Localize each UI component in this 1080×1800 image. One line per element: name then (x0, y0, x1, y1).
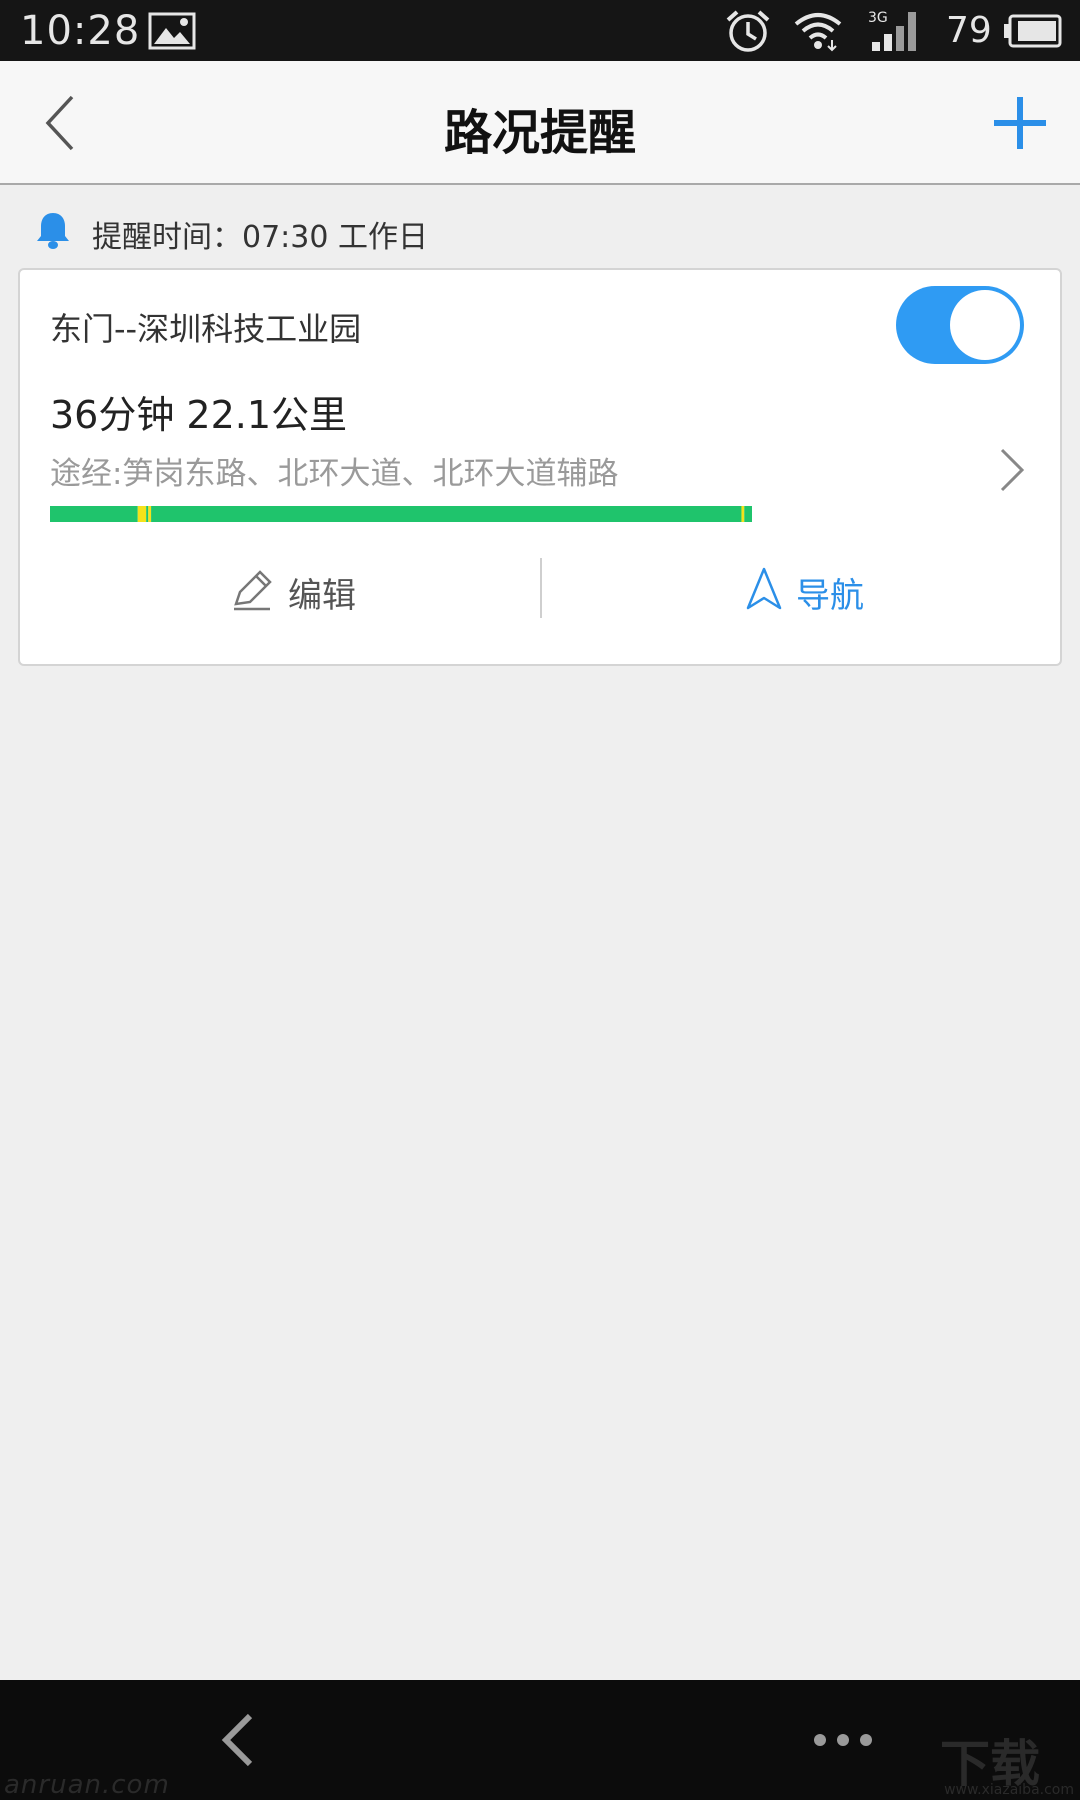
traffic-segment-smooth (50, 506, 138, 522)
traffic-segment-smooth (744, 506, 752, 522)
watermark-right-sub: www.xiazaiba.com (944, 1782, 1074, 1798)
card-actions: 编辑 导航 (20, 546, 1060, 666)
more-options-icon[interactable] (812, 1728, 874, 1752)
status-bar: 10:28 3G 79 (0, 0, 1080, 61)
traffic-segment-slow (741, 506, 745, 522)
wifi-icon (794, 13, 842, 52)
image-icon (148, 12, 196, 50)
route-name: 东门--深圳科技工业园 (50, 310, 362, 348)
route-summary: 36分钟 22.1公里 (50, 393, 348, 437)
watermark-right: 下载吧 www.xiazaiba.com (940, 1724, 1080, 1800)
reminder-time-text: 提醒时间：07:30 工作日 (92, 220, 428, 255)
system-back-icon[interactable] (218, 1710, 258, 1770)
page-title: 路况提醒 (443, 105, 636, 161)
traffic-segment-slow (137, 506, 147, 522)
battery-level: 79 (946, 10, 992, 51)
pencil-icon (234, 570, 272, 611)
navigate-button[interactable]: 导航 (744, 564, 944, 616)
watermark-left: anruan.com (4, 1770, 170, 1800)
traffic-segment-smooth (151, 506, 742, 522)
add-button[interactable] (992, 95, 1048, 151)
navigate-label: 导航 (796, 576, 864, 616)
status-time: 10:28 (20, 8, 141, 54)
navigation-arrow-icon (746, 567, 782, 610)
traffic-segment-smooth (146, 506, 149, 522)
traffic-bar (50, 506, 752, 522)
battery-icon (1004, 14, 1062, 48)
action-divider (540, 558, 542, 618)
edit-label: 编辑 (288, 576, 356, 616)
reminder-time-row[interactable]: 提醒时间：07:30 工作日 (34, 206, 934, 256)
traffic-segment-slow (148, 506, 152, 522)
route-enable-toggle[interactable] (896, 286, 1024, 364)
alarm-icon (726, 10, 770, 52)
signal-3g-icon: 3G (868, 10, 916, 51)
network-type-label: 3G (868, 10, 888, 26)
bell-icon (37, 213, 69, 249)
route-via: 途经:笋岗东路、北环大道、北环大道辅路 (50, 456, 619, 492)
toggle-knob (950, 290, 1020, 360)
chevron-right-icon[interactable] (998, 446, 1026, 494)
edit-button[interactable]: 编辑 (230, 564, 430, 616)
route-card[interactable]: 东门--深圳科技工业园 36分钟 22.1公里 途经:笋岗东路、北环大道、北环大… (18, 268, 1062, 666)
app-header: 路况提醒 (0, 61, 1080, 185)
